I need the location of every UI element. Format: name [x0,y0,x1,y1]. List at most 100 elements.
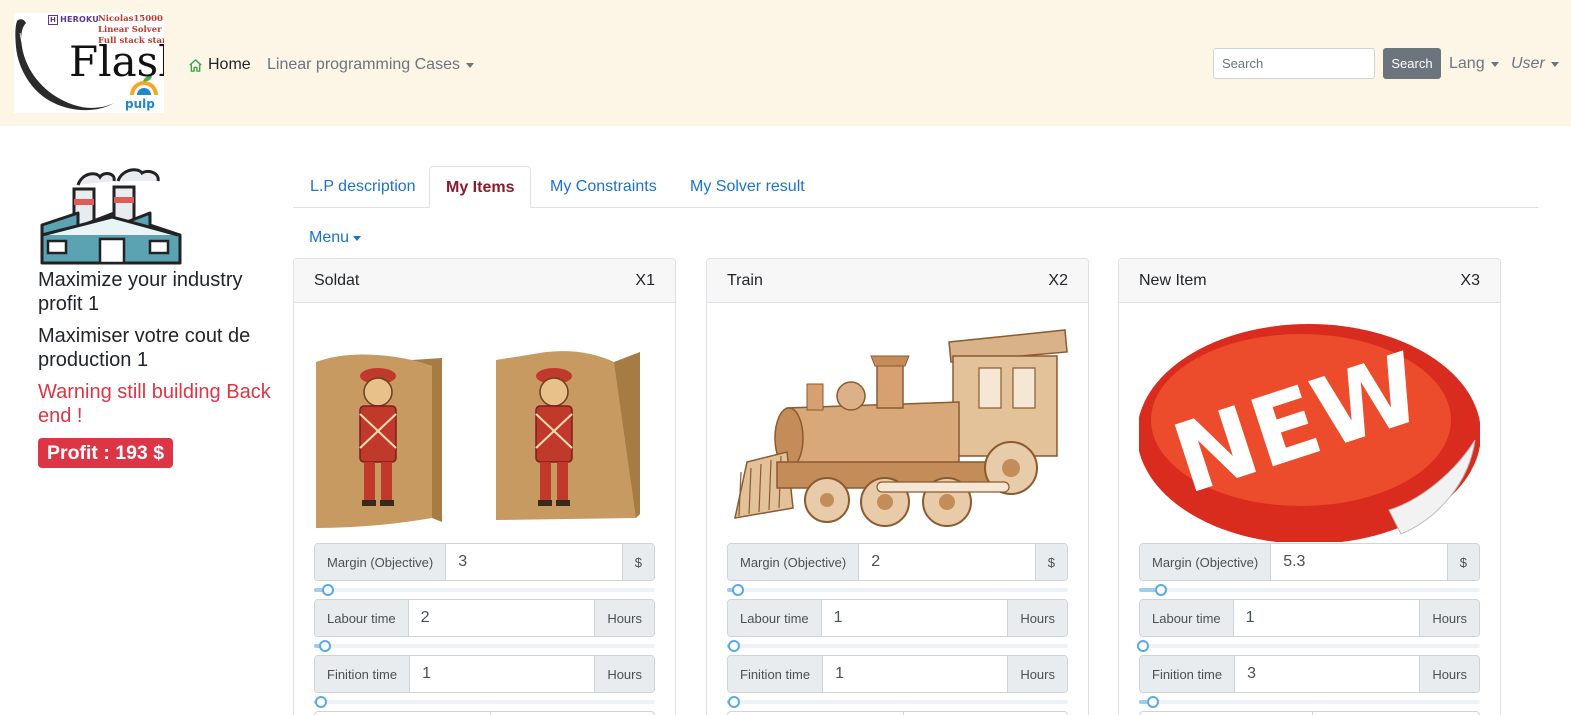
finition-time-slider[interactable] [727,696,1068,708]
menu-label: Menu [309,229,350,246]
field-value[interactable]: 5.3 [1271,544,1447,580]
margin-slider[interactable] [314,584,655,596]
field-value[interactable]: 3 [1235,656,1419,692]
tab-lp-description[interactable]: L.P description [294,166,432,208]
item-name: Train [727,271,763,289]
finition-time-field[interactable]: Finition time 3 Hours [1139,655,1480,693]
navbar: H HEROKU Nicolas15000 Linear Solver Full … [0,0,1571,126]
field-unit: Hours [1007,656,1067,692]
flask-pulp-logo[interactable]: H HEROKU Nicolas15000 Linear Solver Full … [14,13,164,113]
field-label: Finition time [1140,656,1236,692]
field-label: Labour time [728,600,822,636]
field-unit: Hours [1007,600,1067,636]
tab-my-solver-result[interactable]: My Solver result [674,166,821,208]
nav-home-link[interactable]: Home [188,55,251,75]
item-name: New Item [1139,271,1207,289]
field-unit: Hours [594,656,654,692]
margin-field[interactable]: Margin (Objective) 2 $ [727,543,1068,581]
search-button[interactable]: Search [1383,48,1441,79]
slider-thumb[interactable] [322,584,334,596]
slider-thumb[interactable] [728,640,740,652]
field-unit: $ [621,544,654,580]
labour-time-field[interactable]: Labour time 2 Hours [314,599,655,637]
nav-cases-label: Linear programming Cases [267,56,460,73]
next-field-partial[interactable] [727,711,1068,715]
labour-time-slider[interactable] [314,640,655,652]
field-value[interactable]: 1 [823,656,1007,692]
nav-user-label: User [1511,55,1545,72]
tab-my-constraints[interactable]: My Constraints [534,166,673,208]
field-value[interactable]: 2 [859,544,1035,580]
item-card: Train X2 Margin (Objective) 2 $ Labour t… [706,258,1089,715]
margin-slider[interactable] [1139,584,1480,596]
field-label: Margin (Objective) [728,544,860,580]
caret-down-icon [465,62,474,68]
wooden-soldier-image [314,322,655,542]
slider-thumb[interactable] [728,696,740,708]
field-value[interactable]: 1 [822,600,1008,636]
next-field-partial[interactable] [1139,711,1480,715]
field-value[interactable]: 1 [1234,600,1420,636]
nav-user-dropdown[interactable]: User [1511,55,1559,73]
margin-slider[interactable] [727,584,1068,596]
finition-time-slider[interactable] [1139,696,1480,708]
slider-thumb[interactable] [1147,696,1159,708]
pulp-wordmark: pulp [125,97,155,111]
field-label: Labour time [1140,600,1234,636]
caret-down-icon [1490,61,1499,67]
nav-home-label: Home [208,56,251,73]
field-label: Finition time [728,656,824,692]
objective-heading-en: Maximize your industry profit 1 [38,269,243,315]
item-variable: X2 [1048,271,1068,289]
field-value[interactable]: 2 [409,600,595,636]
field-label: Finition time [315,656,411,692]
slider-thumb[interactable] [319,640,331,652]
next-field-partial[interactable] [314,711,655,715]
field-unit: Hours [1419,656,1479,692]
finition-time-field[interactable]: Finition time 1 Hours [314,655,655,693]
field-unit: $ [1034,544,1067,580]
slider-track [1139,588,1480,592]
card-header: Train X2 [707,259,1088,303]
margin-field[interactable]: Margin (Objective) 3 $ [314,543,655,581]
slider-thumb[interactable] [732,584,744,596]
labour-time-field[interactable]: Labour time 1 Hours [727,599,1068,637]
nav-cases-dropdown[interactable]: Linear programming Cases [267,55,474,75]
labour-time-slider[interactable] [727,640,1068,652]
logo-note: Nicolas15000 [98,14,163,24]
slider-track [727,700,1068,704]
slider-track [314,644,655,648]
tab-my-items[interactable]: My Items [429,166,532,208]
home-icon [189,58,202,72]
field-value[interactable]: 1 [410,656,594,692]
search-input[interactable] [1213,48,1375,79]
field-unit: Hours [594,600,654,636]
field-unit: Hours [1419,600,1479,636]
slider-track [314,700,655,704]
profit-badge: Profit : 193 $ [38,438,174,468]
slider-thumb[interactable] [315,696,327,708]
warning-text: Warning still building Back end ! [38,381,271,427]
finition-time-slider[interactable] [314,696,655,708]
field-value[interactable]: 3 [446,544,622,580]
heroku-logo-text: H HEROKU [48,15,99,25]
slider-thumb[interactable] [1137,640,1149,652]
field-label: Labour time [315,600,409,636]
menu-dropdown[interactable]: Menu [309,229,362,247]
objective-heading-fr: Maximiser votre cout de production 1 [38,325,251,371]
slider-thumb[interactable] [1155,584,1167,596]
margin-field[interactable]: Margin (Objective) 5.3 $ [1139,543,1480,581]
labour-time-slider[interactable] [1137,640,1480,652]
caret-down-icon [353,235,362,241]
nav-lang-dropdown[interactable]: Lang [1449,55,1499,73]
field-label: Margin (Objective) [315,544,447,580]
slider-track [727,588,1068,592]
slider-track [1139,644,1480,648]
new-sticker-image: NEW [1139,322,1480,542]
slider-track [314,588,655,592]
labour-time-field[interactable]: Labour time 1 Hours [1139,599,1480,637]
slider-track [727,644,1068,648]
item-name: Soldat [314,271,360,289]
factory-icon [40,168,182,265]
finition-time-field[interactable]: Finition time 1 Hours [727,655,1068,693]
